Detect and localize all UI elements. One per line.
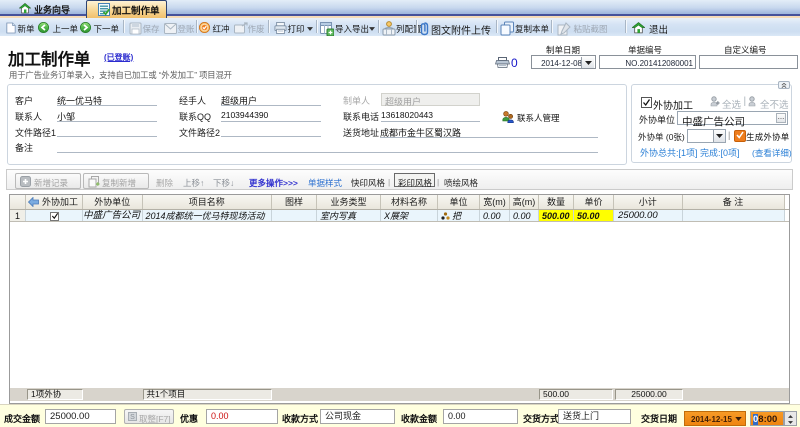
svg-text:S: S — [130, 414, 135, 421]
